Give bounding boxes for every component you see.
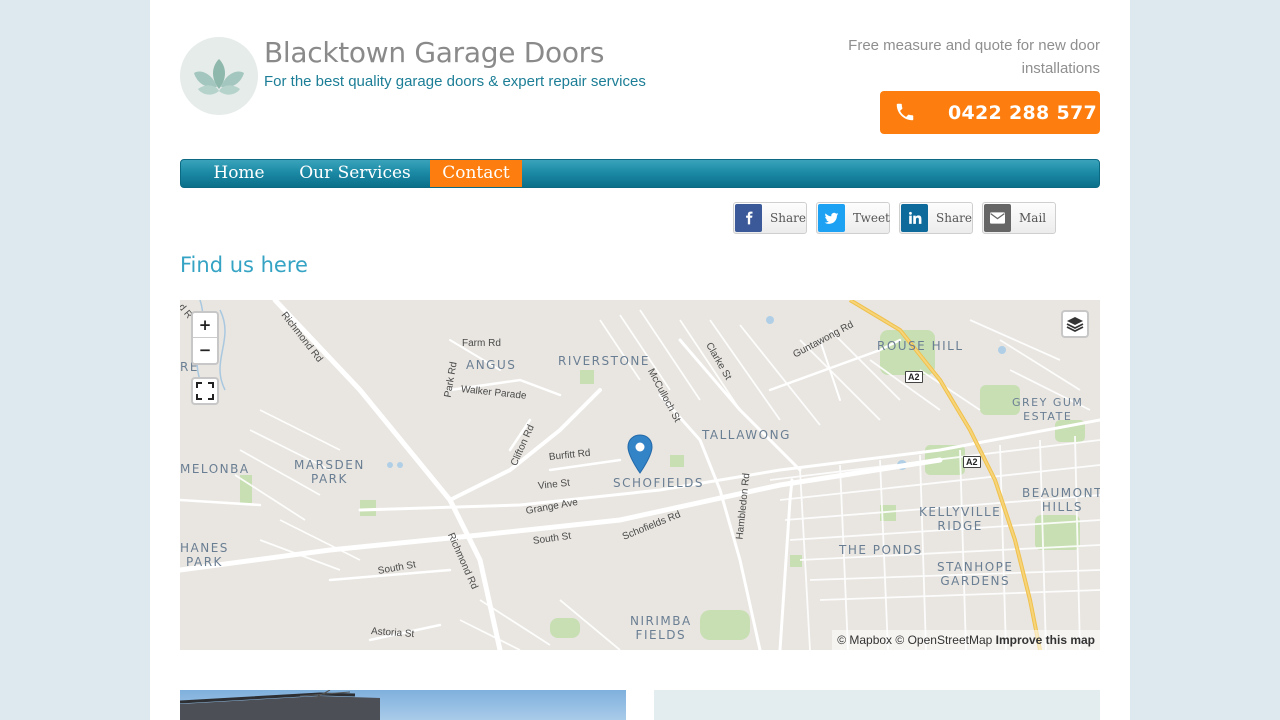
page: Blacktown Garage Doors For the best qual…: [150, 0, 1130, 720]
site-tagline: For the best quality garage doors & expe…: [264, 73, 646, 90]
improve-map-link[interactable]: Improve this map: [996, 633, 1095, 647]
garage-photo: [180, 690, 626, 720]
map[interactable]: ANGUS RIVERSTONE ROUSE HILL GREY GUM EST…: [180, 300, 1100, 650]
mapbox-link[interactable]: © Mapbox: [837, 633, 892, 647]
map-label-grey-gum-estate: GREY GUM ESTATE: [1012, 396, 1084, 423]
promo-text: Free measure and quote for new door inst…: [848, 37, 1100, 77]
fullscreen-button[interactable]: [191, 377, 219, 405]
map-label-schofields: SCHOFIELDS: [613, 476, 705, 490]
phone-number: 0422 288 577: [948, 102, 1098, 124]
map-label-riverstone: RIVERSTONE: [558, 354, 650, 368]
map-label-the-ponds: THE PONDS: [839, 543, 923, 557]
section-title: Find us here: [180, 253, 308, 277]
facebook-icon: [735, 204, 762, 232]
map-label-kellyville-ridge: KELLYVILLE RIDGE: [919, 505, 1002, 533]
nav-home[interactable]: Home: [199, 160, 279, 187]
layers-button[interactable]: [1061, 310, 1089, 338]
fullscreen-icon: [196, 382, 214, 400]
nav-our-services[interactable]: Our Services: [291, 160, 419, 187]
road-shield-a2-north: A2: [905, 371, 923, 383]
map-label-melonba: MELONBA: [180, 462, 250, 476]
phone-icon: [896, 103, 914, 121]
map-label-nirimba-fields: NIRIMBA FIELDS: [630, 614, 692, 642]
share-twitter-label: Tweet: [853, 211, 890, 225]
share-twitter-button[interactable]: Tweet: [816, 202, 890, 234]
zoom-out-button[interactable]: −: [193, 338, 217, 363]
map-label-hanes-park: HANES PARK: [180, 541, 229, 569]
main-nav: Home Our Services Contact: [180, 159, 1100, 188]
share-mail-label: Mail: [1019, 211, 1047, 225]
map-label-beaumont-hills: BEAUMONT HILLS: [1022, 486, 1100, 514]
phone-button[interactable]: 0422 288 577: [880, 91, 1100, 134]
share-facebook-label: Share: [770, 211, 806, 225]
lotus-logo-icon[interactable]: [180, 37, 258, 115]
share-linkedin-label: Share: [936, 211, 972, 225]
road-shield-a2-south: A2: [963, 456, 981, 468]
street-farm-rd: Farm Rd: [462, 338, 501, 349]
twitter-icon: [818, 204, 845, 232]
zoom-in-button[interactable]: +: [193, 313, 217, 338]
nav-contact[interactable]: Contact: [430, 160, 522, 187]
map-label-marsden-park: MARSDEN PARK: [294, 458, 365, 486]
map-label-rouse-hill: ROUSE HILL: [877, 339, 964, 353]
map-marker-icon[interactable]: [627, 434, 653, 474]
zoom-control: + −: [191, 311, 219, 365]
map-label-stanhope-gardens: STANHOPE GARDENS: [937, 560, 1014, 588]
share-linkedin-button[interactable]: Share: [899, 202, 973, 234]
map-attribution: © Mapbox © OpenStreetMap Improve this ma…: [832, 630, 1100, 650]
share-mail-button[interactable]: Mail: [982, 202, 1056, 234]
share-facebook-button[interactable]: Share: [733, 202, 807, 234]
site-title[interactable]: Blacktown Garage Doors: [264, 36, 604, 69]
mail-icon: [984, 204, 1011, 232]
content-panel: [654, 690, 1100, 720]
map-label-tallawong: TALLAWONG: [702, 428, 791, 442]
map-label-angus: ANGUS: [466, 358, 517, 372]
linkedin-icon: [901, 204, 928, 232]
layers-icon: [1066, 317, 1084, 333]
openstreetmap-link[interactable]: © OpenStreetMap: [895, 633, 992, 647]
